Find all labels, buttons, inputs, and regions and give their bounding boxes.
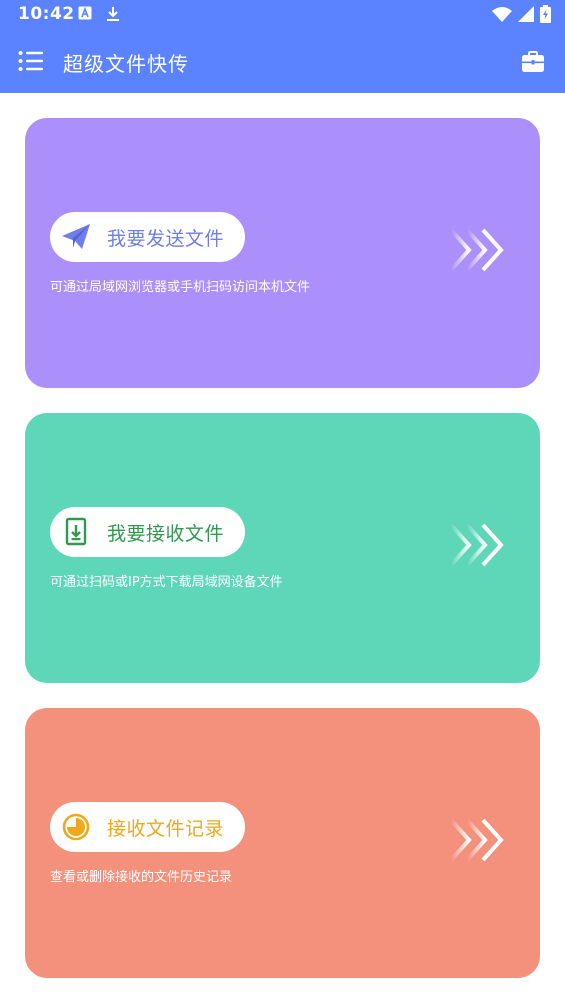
download-icon [107, 7, 119, 21]
history-description: 查看或删除接收的文件历史记录 [50, 870, 233, 885]
cell-signal-icon [518, 6, 534, 22]
send-files-label: 我要发送文件 [107, 228, 225, 250]
app-bar: 超级文件快传 [0, 31, 565, 93]
send-files-button[interactable]: 我要发送文件 [50, 212, 245, 262]
pie-chart-icon [62, 813, 90, 841]
history-card[interactable]: 接收文件记录 查看或删除接收的文件历史记录 [25, 708, 540, 978]
chevron-right-icon [449, 228, 504, 272]
toolbox-icon[interactable] [521, 50, 545, 74]
a-notification-icon [78, 6, 92, 20]
status-time: 10:42 [18, 4, 75, 24]
chevron-right-icon [449, 523, 504, 567]
send-files-card[interactable]: 我要发送文件 可通过局域网浏览器或手机扫码访问本机文件 [25, 118, 540, 388]
status-left-icons [78, 6, 120, 22]
receive-files-button[interactable]: 我要接收文件 [50, 507, 245, 557]
receive-files-label: 我要接收文件 [107, 523, 225, 545]
history-button[interactable]: 接收文件记录 [50, 802, 245, 852]
page-title: 超级文件快传 [63, 52, 189, 76]
status-right-icons [492, 5, 551, 23]
receive-files-description: 可通过扫码或IP方式下载局域网设备文件 [50, 575, 283, 590]
status-bar: 10:42 [0, 0, 565, 31]
history-label: 接收文件记录 [107, 818, 225, 840]
paper-plane-icon [62, 224, 90, 249]
file-download-icon [65, 517, 87, 546]
receive-files-card[interactable]: 我要接收文件 可通过扫码或IP方式下载局域网设备文件 [25, 413, 540, 683]
wifi-icon [492, 7, 512, 22]
send-files-description: 可通过局域网浏览器或手机扫码访问本机文件 [50, 280, 311, 295]
battery-charging-icon [540, 5, 551, 23]
list-menu-icon[interactable] [18, 50, 44, 72]
chevron-right-icon [449, 818, 504, 862]
